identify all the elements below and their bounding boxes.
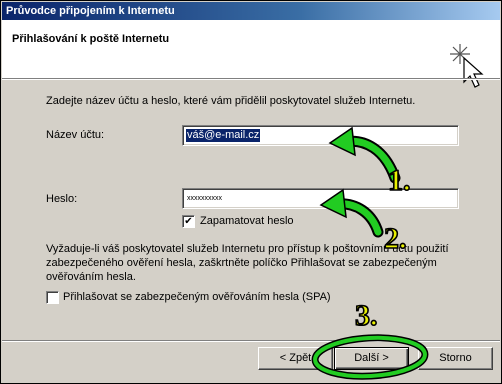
account-name-label: Název účtu:: [46, 129, 105, 141]
remember-password-label: Zapamatovat heslo: [200, 215, 294, 227]
page-title: Přihlašování k poště Internetu: [12, 33, 170, 45]
account-name-field[interactable]: váš@e-mail.cz: [182, 125, 459, 146]
footer-separator: [2, 340, 500, 342]
spa-checkbox[interactable]: [46, 291, 59, 304]
wizard-sparkle-cursor-icon: [450, 44, 484, 88]
wizard-window: Průvodce připojením k Internetu Přihlašo…: [0, 0, 502, 384]
checkmark-icon: ✔: [184, 216, 193, 227]
remember-password-checkbox[interactable]: ✔: [182, 215, 195, 228]
password-label: Heslo:: [46, 193, 78, 205]
header-separator: [2, 78, 500, 80]
wizard-header: Přihlašování k poště Internetu: [2, 20, 500, 88]
back-button[interactable]: < Zpět: [258, 347, 333, 370]
next-button[interactable]: Další >: [334, 347, 409, 370]
password-field[interactable]: xxxxxxxxxx: [182, 188, 459, 209]
spa-description-line-1: Vyžaduje-li váš poskytovatel služeb Inte…: [46, 243, 449, 255]
password-value: xxxxxxxxxx: [187, 195, 222, 202]
account-name-value: váš@e-mail.cz: [186, 129, 261, 142]
spa-description-line-3: ověřováním hesla.: [46, 271, 136, 283]
cancel-button[interactable]: Storno: [418, 347, 493, 370]
intro-text: Zadejte název účtu a heslo, které vám př…: [46, 95, 416, 107]
window-title: Průvodce připojením k Internetu: [6, 5, 175, 17]
title-bar: Průvodce připojením k Internetu: [2, 2, 500, 20]
spa-checkbox-label: Přihlašovat se zabezpečeným ověřováním h…: [63, 291, 331, 303]
spa-description-line-2: zabezpečeného ověření hesla, zaškrtněte …: [46, 257, 437, 269]
